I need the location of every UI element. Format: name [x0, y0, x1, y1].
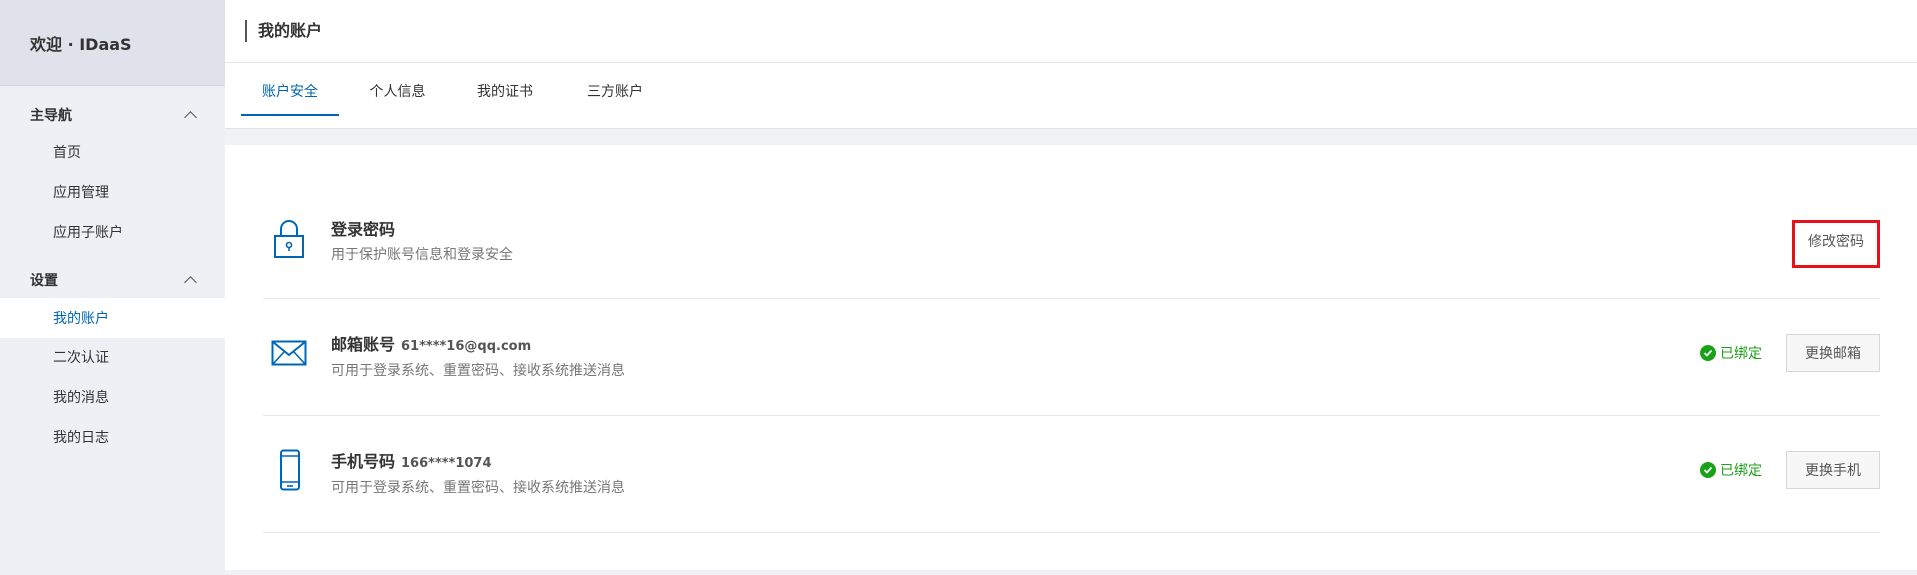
phone-value: 166****1074 — [401, 456, 492, 471]
page-title: 我的账户 — [258, 21, 323, 40]
phone-row: 手机号码 166****1074 可用于登录系统、重置密码、接收系统推送消息 已绑… — [263, 415, 1880, 533]
phone-title-label: 手机号码 — [331, 452, 396, 471]
nav-group-label: 主导航 — [30, 108, 72, 124]
change-password-button[interactable]: 修改密码 — [1792, 220, 1880, 268]
sidebar-item-my-logs[interactable]: 我的日志 — [0, 417, 225, 457]
sidebar-item-app-management[interactable]: 应用管理 — [0, 172, 225, 212]
tab-bar: 账户安全 个人信息 我的证书 三方账户 — [225, 63, 1917, 129]
tab-personal-info[interactable]: 个人信息 — [360, 82, 435, 114]
password-row: 登录密码 用于保护账号信息和登录安全 修改密码 — [263, 190, 1880, 299]
phone-status-text: 已绑定 — [1720, 463, 1762, 479]
header-accent-bar — [245, 20, 247, 42]
mobile-phone-icon — [279, 449, 301, 495]
app-brand: 欢迎 · IDaaS — [0, 0, 225, 86]
check-circle-icon — [1700, 345, 1716, 361]
email-desc: 可用于登录系统、重置密码、接收系统推送消息 — [331, 363, 625, 379]
sidebar-item-my-account[interactable]: 我的账户 — [0, 298, 225, 338]
phone-title: 手机号码 166****1074 — [331, 448, 492, 472]
email-status-badge: 已绑定 — [1700, 343, 1762, 363]
lock-icon — [271, 218, 307, 264]
sidebar-item-2fa[interactable]: 二次认证 — [0, 337, 225, 377]
mail-icon — [271, 340, 307, 370]
sidebar-item-app-sub-accounts[interactable]: 应用子账户 — [0, 212, 225, 252]
phone-status-badge: 已绑定 — [1700, 460, 1762, 480]
page-header: 我的账户 — [225, 0, 1917, 63]
nav-group-main[interactable]: 主导航 — [0, 100, 225, 130]
tab-account-security[interactable]: 账户安全 — [241, 82, 339, 116]
email-row: 邮箱账号 61****16@qq.com 可用于登录系统、重置密码、接收系统推送消… — [263, 298, 1880, 416]
email-title: 邮箱账号 61****16@qq.com — [331, 331, 531, 355]
phone-desc: 可用于登录系统、重置密码、接收系统推送消息 — [331, 480, 625, 496]
chevron-up-icon — [184, 275, 197, 289]
email-value: 61****16@qq.com — [401, 339, 532, 354]
password-title: 登录密码 — [331, 220, 396, 239]
nav-group-settings[interactable]: 设置 — [0, 265, 225, 295]
email-title-label: 邮箱账号 — [331, 335, 396, 354]
sidebar-item-my-messages[interactable]: 我的消息 — [0, 377, 225, 417]
tab-third-party-accounts[interactable]: 三方账户 — [575, 82, 655, 114]
check-circle-icon — [1700, 462, 1716, 478]
email-status-text: 已绑定 — [1720, 346, 1762, 362]
sidebar: 欢迎 · IDaaS 主导航 首页 应用管理 应用子账户 设置 我的账户 二次认… — [0, 0, 225, 575]
account-security-panel: 登录密码 用于保护账号信息和登录安全 修改密码 邮箱账号 61****16@qq.… — [225, 145, 1917, 570]
change-email-button[interactable]: 更换邮箱 — [1786, 334, 1880, 372]
sidebar-item-home[interactable]: 首页 — [0, 132, 225, 172]
nav-group-label: 设置 — [30, 273, 58, 289]
password-desc: 用于保护账号信息和登录安全 — [331, 247, 513, 263]
tab-my-certificates[interactable]: 我的证书 — [465, 82, 545, 114]
change-phone-button[interactable]: 更换手机 — [1786, 451, 1880, 489]
chevron-up-icon — [184, 110, 197, 124]
